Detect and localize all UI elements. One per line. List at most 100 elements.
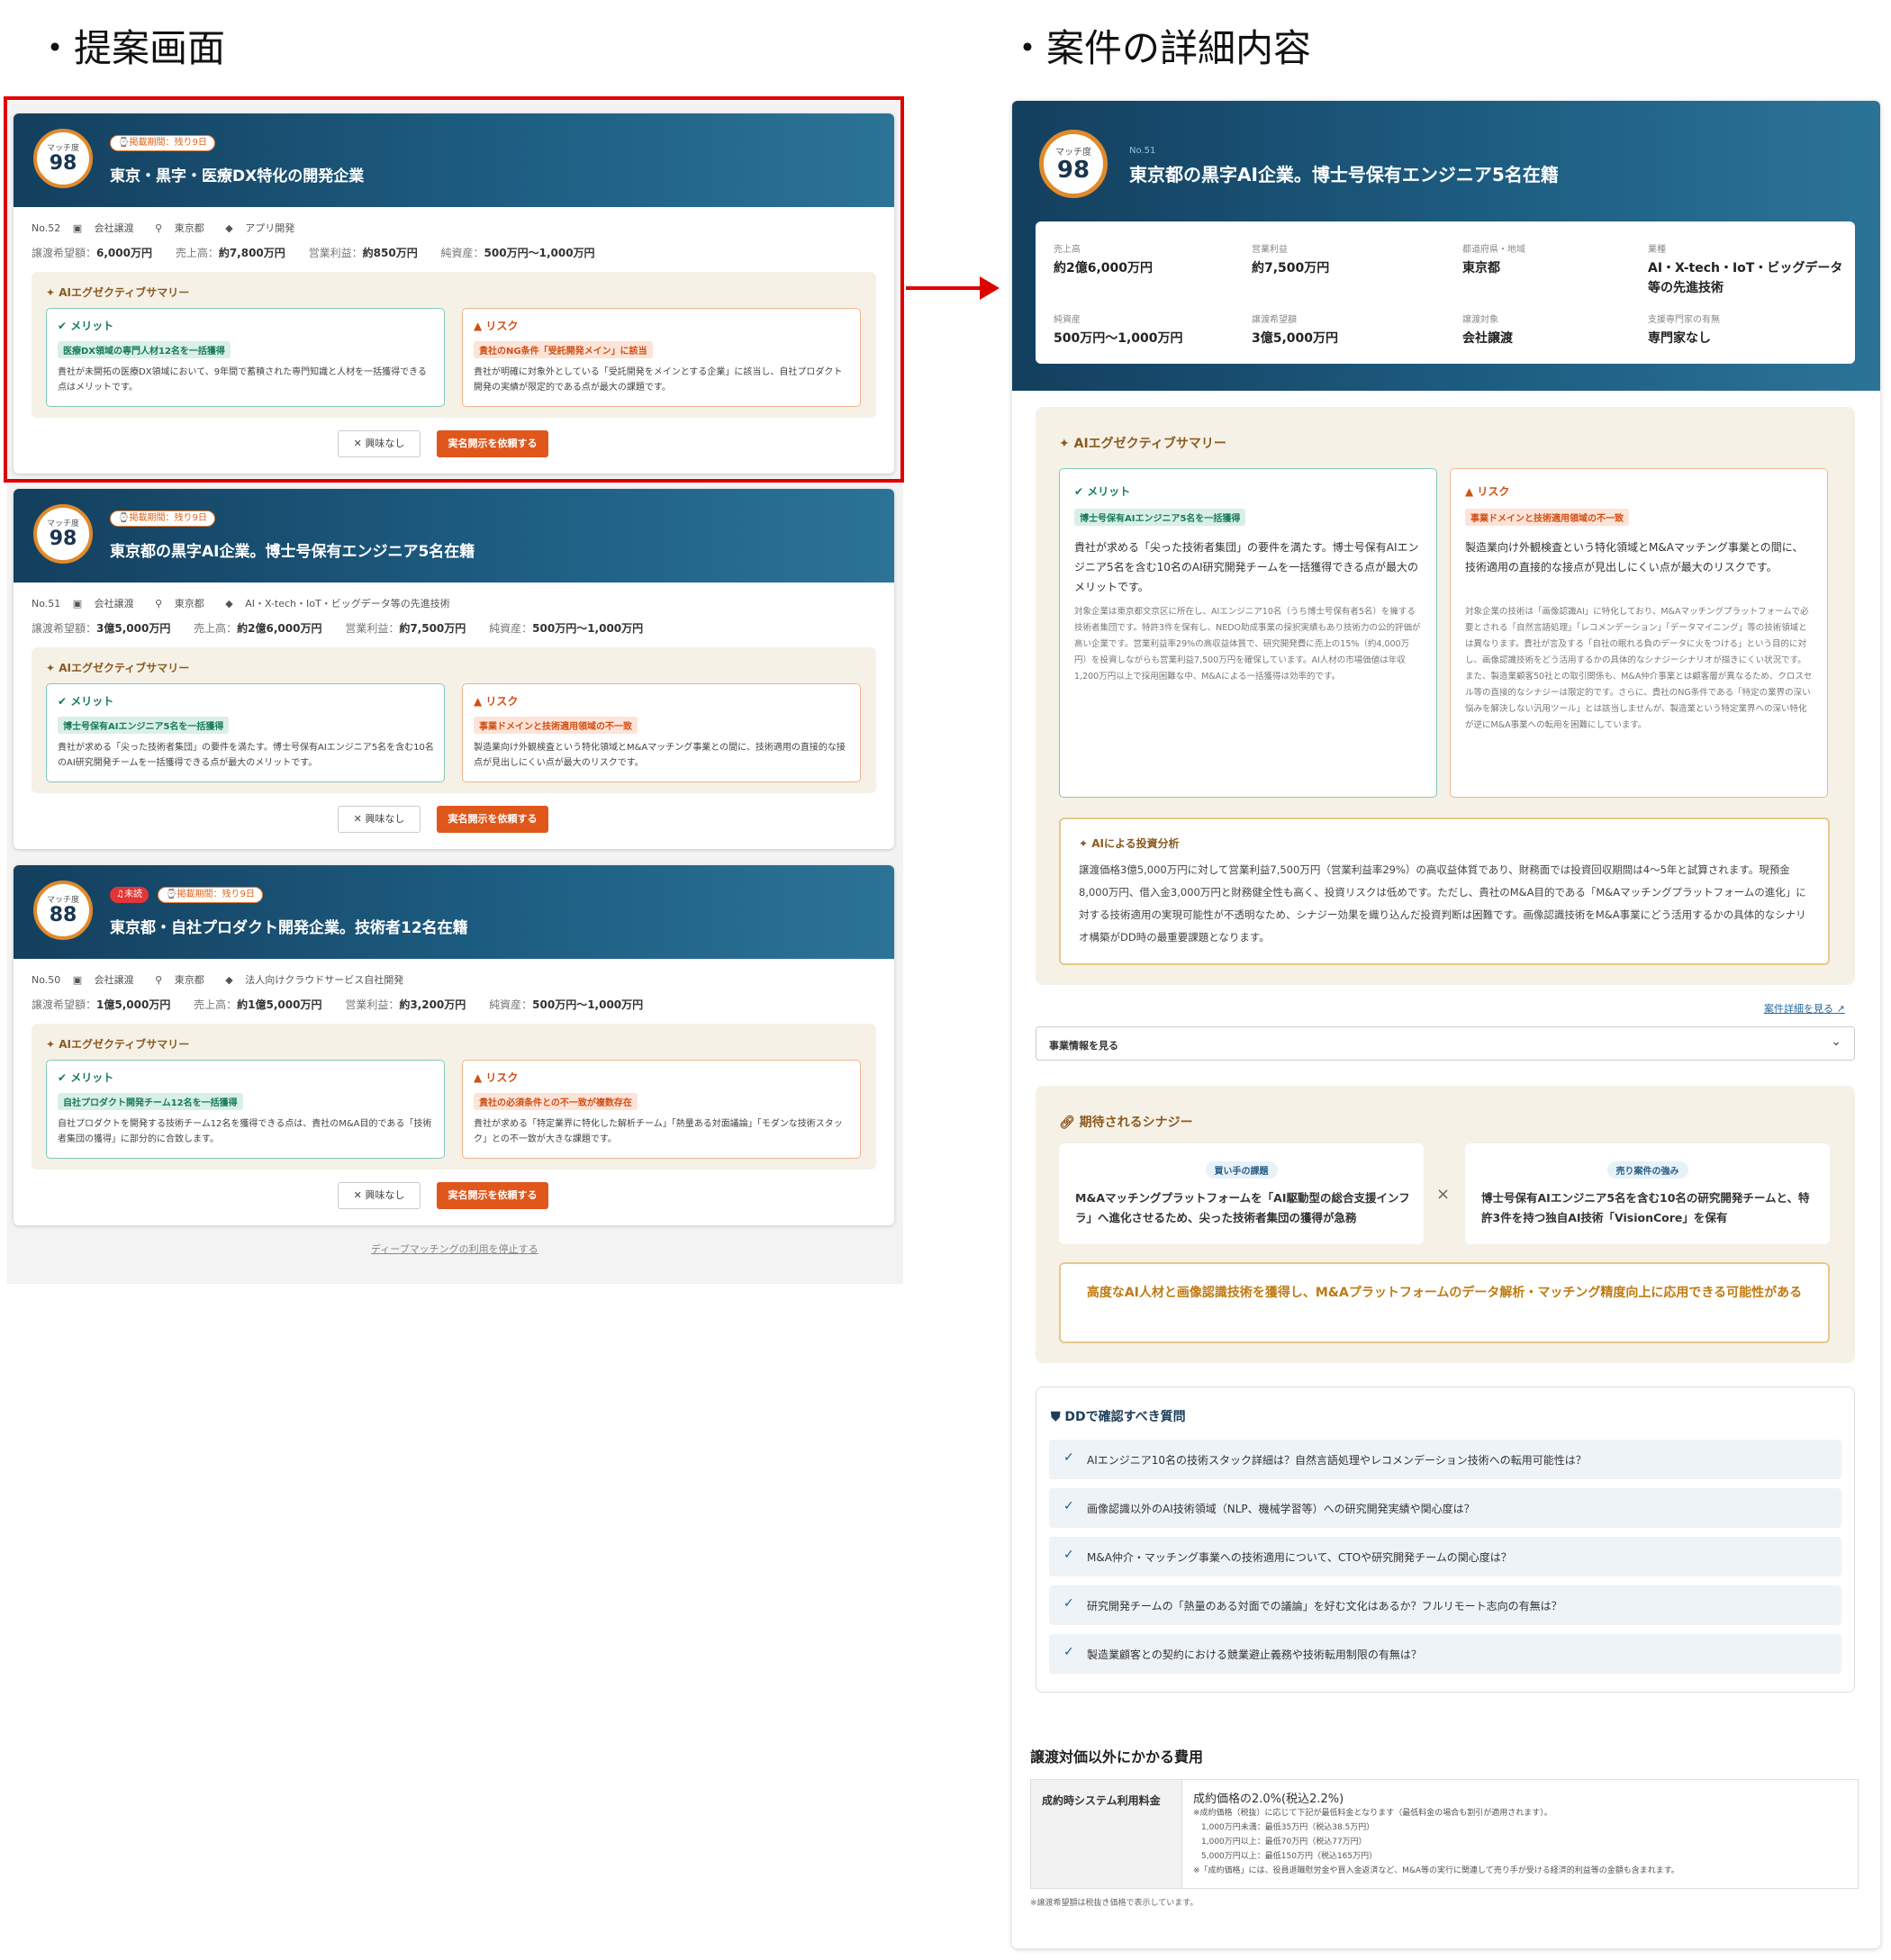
info-box: 売上高 約2億6,000万円 営業利益 約7,500万円 都道府県・地域 東京都 業種… bbox=[1036, 221, 1855, 364]
risk-text: 製造業向け外観検査という特化領域とM&Aマッチング事業との間に、技術適用の直接的… bbox=[474, 743, 846, 768]
stop-deep-matching-link[interactable]: ディープマッチングの利用を停止する bbox=[371, 1242, 538, 1256]
info-item: 営業利益 約7,500万円 bbox=[1252, 245, 1330, 275]
left-heading: ・提案画面 bbox=[36, 26, 226, 70]
sparkle-icon: ✦ bbox=[1059, 437, 1070, 451]
card-meta: No.50 ▣ 会社譲渡 ⚲ 東京都 ◆ 法人向けクラウドサービス自社開発 bbox=[32, 974, 404, 986]
dd-label: DDで確認すべき質問 bbox=[1064, 1410, 1186, 1424]
fee-note: ※譲渡希望額は税抜き価格で表示しています。 bbox=[1030, 1899, 1199, 1908]
deal-number: No.51 bbox=[1129, 146, 1156, 156]
risk-label: リスク bbox=[1477, 485, 1510, 498]
investment-label: AIによる投資分析 bbox=[1091, 837, 1180, 850]
sparkle-icon: ✦ bbox=[46, 1038, 56, 1051]
merit-tag: 自社プロダクト開発チーム12名を一括獲得 bbox=[58, 1093, 243, 1110]
fee-value-cell: 成約価格の2.0%(税込2.2%) ※成約価格（税抜）に応じて下記が最低料金とな… bbox=[1193, 1789, 1849, 1878]
dd-question-row: ✓ 画像認識以外のAI技術領域（NLP、機械学習等）への研究開発実績や関心度は？ bbox=[1049, 1488, 1841, 1528]
dd-questions: ⛊ DDで確認すべき質問 ✓ AIエンジニア10名の技術スタック詳細は？自然言語処… bbox=[1036, 1386, 1855, 1693]
merit-tag: 博士号保有AIエンジニア5名を一括獲得 bbox=[1074, 509, 1246, 526]
info-item: 都道府県・地域 東京都 bbox=[1462, 245, 1525, 275]
risk-tag: 事業ドメインと技術適用領域の不一致 bbox=[1465, 509, 1629, 526]
merit-label: メリット bbox=[1087, 485, 1131, 498]
merit-text: 貴社が求める「尖った技術者集団」の要件を満たす。博士号保有AIエンジニア5名を含… bbox=[58, 743, 434, 768]
chevron-down-icon: ⌄ bbox=[1831, 1034, 1841, 1049]
match-score: マッチ度 88 bbox=[33, 881, 93, 940]
info-item: 譲渡希望額 3億5,000万円 bbox=[1252, 315, 1339, 346]
times-icon: × bbox=[1436, 1185, 1451, 1204]
pin-icon: ⚲ bbox=[155, 974, 163, 986]
pin-icon: ⚲ bbox=[155, 598, 163, 610]
dd-question-text: 製造業顧客との契約における競業避止義務や技術転用制限の有無は？ bbox=[1087, 1648, 1422, 1661]
proposal-card[interactable]: マッチ度 98 ⌚掲載期間：残り9日 東京都の黒字AI企業。博士号保有エンジニア… bbox=[14, 489, 894, 849]
fee-line: 1,000万円以上：最低70万円（税込77万円） bbox=[1193, 1838, 1367, 1847]
shield-check-icon: ⛊ bbox=[1051, 1410, 1061, 1424]
merit-text: 自社プロダクトを開発する技術チーム12名を獲得できる点は、貴社のM&A目的である… bbox=[58, 1119, 432, 1144]
detail-header: マッチ度 98 No.51 東京都の黒字AI企業。博士号保有エンジニア5名在籍 … bbox=[1012, 101, 1880, 391]
tag-icon: ◆ bbox=[225, 598, 233, 610]
highlight-frame bbox=[4, 96, 904, 483]
card-title: 東京都の黒字AI企業。博士号保有エンジニア5名在籍 bbox=[110, 543, 475, 561]
screenshot-root: ・提案画面 ・案件の詳細内容 マッチ度 98 ⌚掲載期間：残り9日 東京・黒字・… bbox=[0, 0, 1891, 1960]
arrow-line bbox=[906, 286, 983, 290]
proposal-card[interactable]: マッチ度 88 ♫未読 ⌚掲載期間：残り9日 東京都・自社プロダクト開発企業。技… bbox=[14, 865, 894, 1225]
request-disclosure-button[interactable]: 実名開示を依頼する bbox=[437, 806, 548, 833]
fee-line: 5,000万円以上：最低150万円（税込165万円） bbox=[1193, 1852, 1378, 1861]
info-item: 純資産 500万円〜1,000万円 bbox=[1054, 315, 1183, 346]
risk-text: 貴社が求める「特定業界に特化した解析チーム」「熱量ある対面議論」「モダンな技術ス… bbox=[474, 1119, 843, 1144]
fee-line: ※「成約価格」には、役員退職慰労金や買入金返済など、M&A等の実行に関連して売り… bbox=[1193, 1866, 1679, 1875]
seller-strength-card: 売り案件の強み 博士号保有AIエンジニア5名を含む10名の研究開発チームと、特許… bbox=[1465, 1143, 1830, 1244]
merit-tag: 博士号保有AIエンジニア5名を一括獲得 bbox=[58, 717, 230, 734]
conclusion-text: 高度なAI人材と画像認識技術を獲得し、M&Aプラットフォームのデータ解析・マッチ… bbox=[1086, 1286, 1803, 1300]
dd-question-row: ✓ 研究開発チームの「熱量のある対面での議論」を好む文化はあるか？フルリモート志向… bbox=[1049, 1585, 1841, 1625]
check-icon: ✓ bbox=[1063, 1548, 1074, 1562]
dd-question-row: ✓ M&A仲介・マッチング事業への技術適用について、CTOや研究開発チームの関心度… bbox=[1049, 1537, 1841, 1576]
risk-tag: 事業ドメインと技術適用領域の不一致 bbox=[474, 717, 638, 734]
fee-title: 譲渡対価以外にかかる費用 bbox=[1030, 1748, 1204, 1766]
view-deal-detail-link[interactable]: 案件詳細を見る ↗ bbox=[1764, 1001, 1845, 1016]
check-icon: ✓ bbox=[1063, 1499, 1074, 1513]
warning-icon: ▲ bbox=[474, 1071, 483, 1084]
not-interested-button[interactable]: ✕ 興味なし bbox=[338, 1182, 421, 1209]
check-circle-icon: ✔ bbox=[58, 1071, 68, 1084]
request-disclosure-button[interactable]: 実名開示を依頼する bbox=[437, 1182, 548, 1209]
deal-title: 東京都の黒字AI企業。博士号保有エンジニア5名在籍 bbox=[1129, 164, 1559, 185]
investment-analysis: ✦ AIによる投資分析 譲渡価格3億5,000万円に対して営業利益7,500万円… bbox=[1059, 817, 1830, 965]
ai-summary-label: ✦ AIエグゼクティブサマリー bbox=[1059, 437, 1226, 451]
info-item: 業種 AI・X-tech・IoT・ビッグデータ等の先進技術 bbox=[1648, 245, 1843, 295]
synergy-section: 🔗︎ 期待されるシナジー 買い手の課題 M&Aマッチングプラットフォームを「AI… bbox=[1036, 1086, 1855, 1363]
unread-badge: ♫未読 bbox=[110, 887, 149, 903]
fee-line: ※成約価格（税抜）に応じて下記が最低料金となります（最低料金の場合も割引が適用さ… bbox=[1193, 1809, 1552, 1818]
info-item: 売上高 約2億6,000万円 bbox=[1054, 245, 1154, 275]
card-header: マッチ度 98 ⌚掲載期間：残り9日 東京都の黒字AI企業。博士号保有エンジニア… bbox=[14, 489, 894, 583]
detail-panel: マッチ度 98 No.51 東京都の黒字AI企業。博士号保有エンジニア5名在籍 … bbox=[1012, 101, 1880, 1948]
merit-main: 貴社が求める「尖った技術者集団」の要件を満たす。博士号保有AIエンジニア5名を含… bbox=[1074, 541, 1419, 593]
warning-icon: ▲ bbox=[1465, 485, 1474, 498]
check-icon: ✓ bbox=[1063, 1450, 1074, 1465]
period-badge: ⌚掲載期間：残り9日 bbox=[158, 887, 263, 903]
investment-text: 譲渡価格3億5,000万円に対して営業利益7,500万円（営業利益率29%）の高… bbox=[1079, 863, 1806, 944]
card-title: 東京都・自社プロダクト開発企業。技術者12名在籍 bbox=[110, 919, 468, 937]
card-header: マッチ度 88 ♫未読 ⌚掲載期間：残り9日 東京都・自社プロダクト開発企業。技… bbox=[14, 865, 894, 959]
business-info-dropdown[interactable]: 事業情報を見る ⌄ bbox=[1036, 1026, 1855, 1061]
dd-question-row: ✓ 製造業顧客との契約における競業避止義務や技術転用制限の有無は？ bbox=[1049, 1634, 1841, 1674]
period-badge: ⌚掲載期間：残り9日 bbox=[110, 510, 215, 527]
card-financials: 譲渡希望額：1億5,000万円 売上高：約1億5,000万円 営業利益：約3,2… bbox=[32, 998, 644, 1011]
merit-box: ✔ メリット 博士号保有AIエンジニア5名を一括獲得 貴社が求める「尖った技術者… bbox=[46, 683, 445, 782]
sparkle-icon: ✦ bbox=[1079, 837, 1089, 850]
fee-header-cell: 成約時システム利用料金 bbox=[1031, 1780, 1182, 1888]
briefcase-icon: ▣ bbox=[72, 598, 83, 610]
merit-box: ✔ メリット 博士号保有AIエンジニア5名を一括獲得 貴社が求める「尖った技術者… bbox=[1059, 468, 1437, 798]
ai-summary-section: ✦ AIエグゼクティブサマリー ✔ メリット 博士号保有AIエンジニア5名を一括… bbox=[1036, 407, 1855, 985]
check-icon: ✓ bbox=[1063, 1645, 1074, 1659]
deal-number: No.50 bbox=[32, 974, 61, 986]
risk-box: ▲ リスク 事業ドメインと技術適用領域の不一致 製造業向け外観検査という特化領域… bbox=[462, 683, 861, 782]
ai-summary: ✦ AIエグゼクティブサマリー ✔ メリット 自社プロダクト開発チーム12名を一… bbox=[32, 1024, 876, 1170]
risk-sub: 対象企業の技術は「画像認識AI」に特化しており、M&Aマッチングプラットフォーム… bbox=[1465, 607, 1813, 730]
fee-table: 成約時システム利用料金 成約価格の2.0%(税込2.2%) ※成約価格（税抜）に… bbox=[1030, 1779, 1859, 1889]
card-meta: No.51 ▣ 会社譲渡 ⚲ 東京都 ◆ AI・X-tech・IoT・ビッグデー… bbox=[32, 598, 450, 610]
dd-question-text: 研究開発チームの「熱量のある対面での議論」を好む文化はあるか？フルリモート志向の… bbox=[1087, 1600, 1562, 1612]
not-interested-button[interactable]: ✕ 興味なし bbox=[338, 806, 421, 833]
match-score: マッチ度 98 bbox=[1039, 130, 1108, 198]
dd-question-text: 画像認識以外のAI技術領域（NLP、機械学習等）への研究開発実績や関心度は？ bbox=[1087, 1503, 1475, 1515]
buyer-tag: 買い手の課題 bbox=[1205, 1161, 1278, 1179]
risk-box: ▲ リスク 事業ドメインと技術適用領域の不一致 製造業向け外観検査という特化領域… bbox=[1450, 468, 1828, 798]
dd-question-row: ✓ AIエンジニア10名の技術スタック詳細は？自然言語処理やレコメンデーション技術… bbox=[1049, 1440, 1841, 1479]
